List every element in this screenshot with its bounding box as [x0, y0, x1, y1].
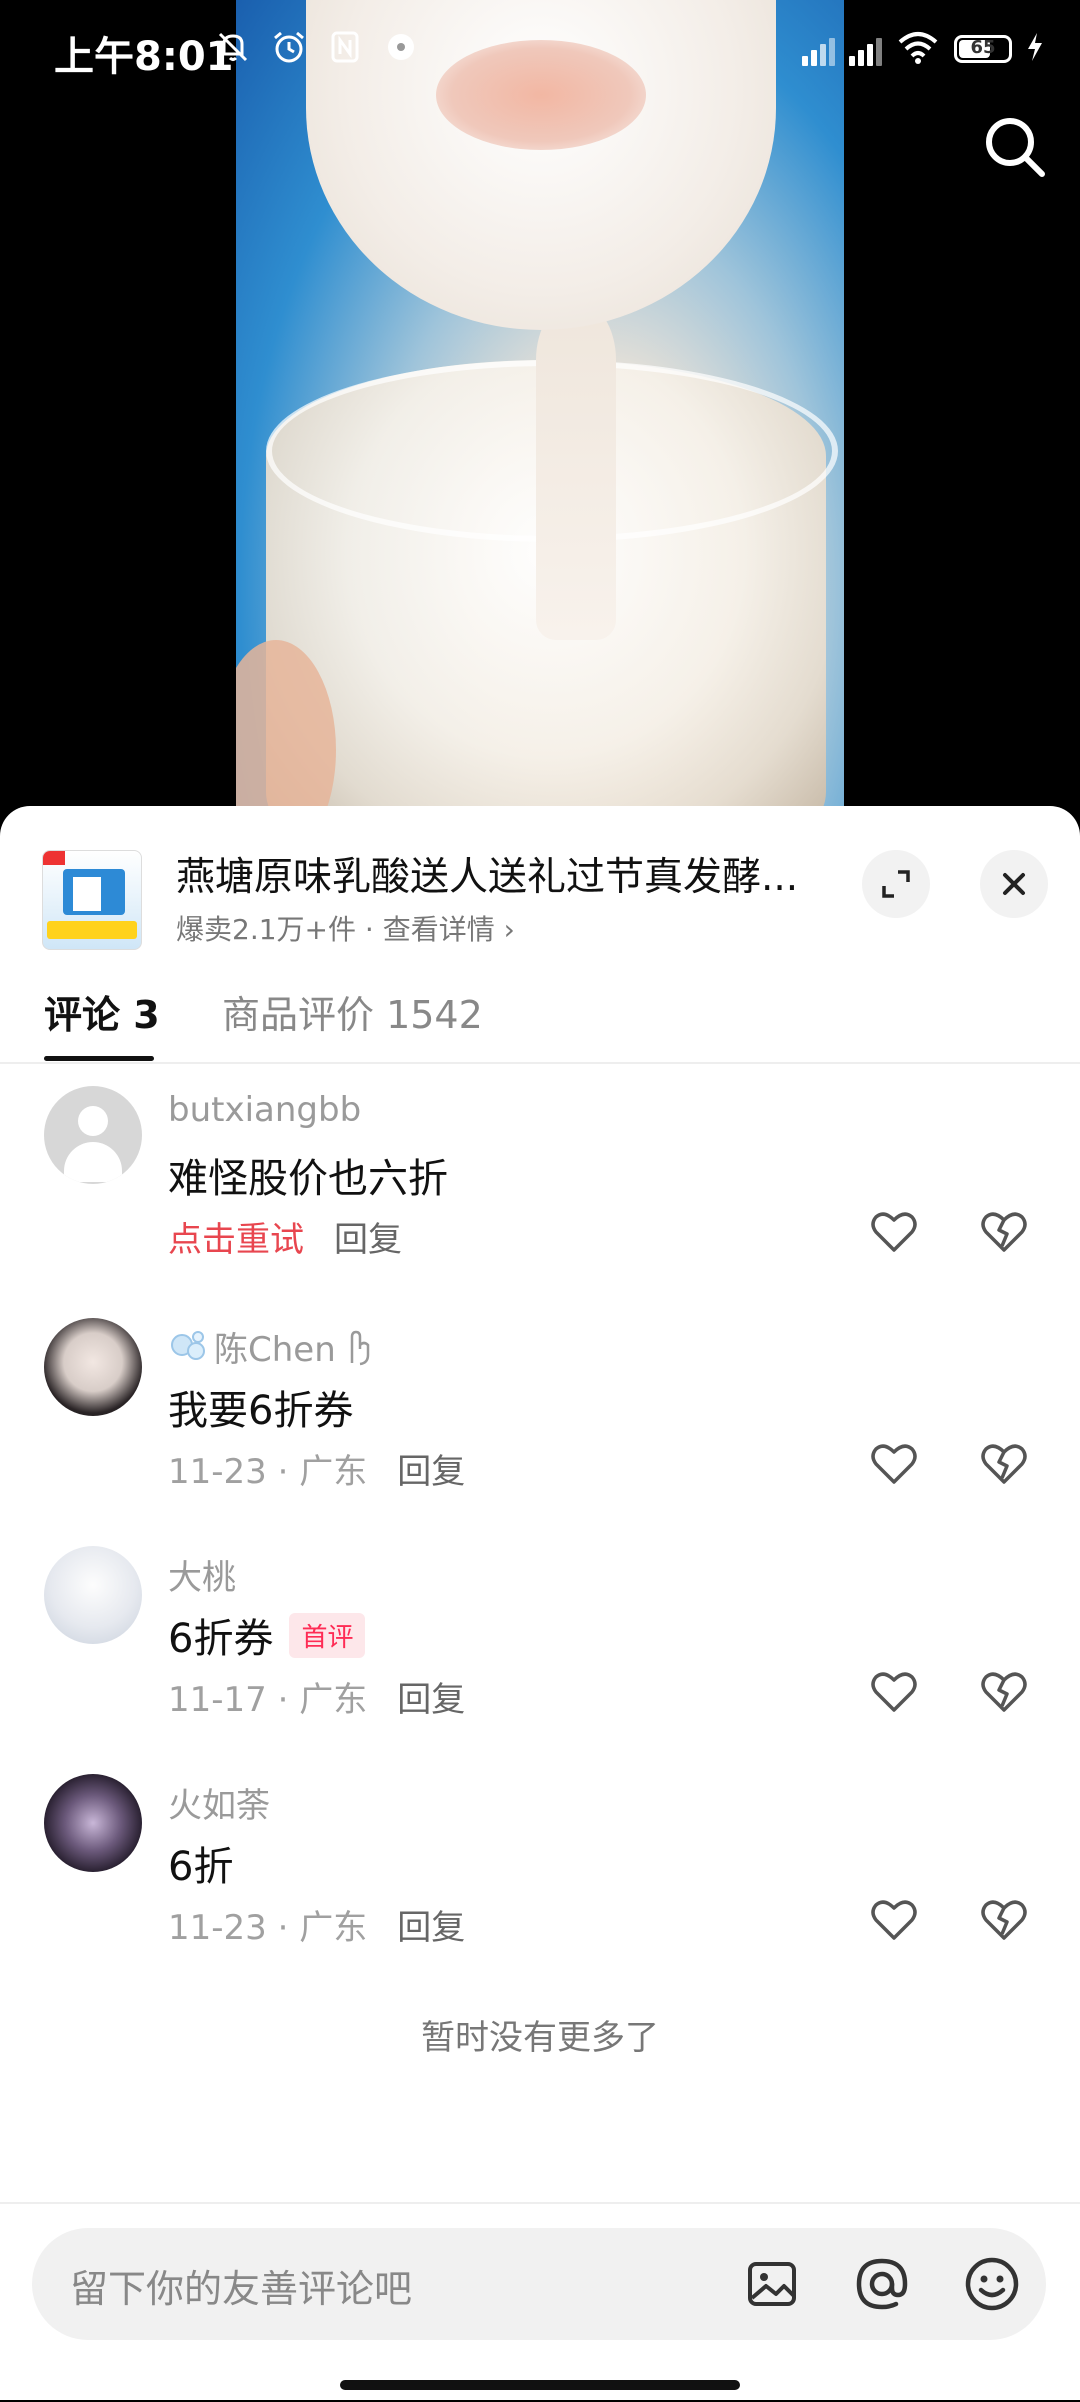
comment-text: 我要6折券 [168, 1388, 354, 1434]
dislike-icon [981, 1672, 1027, 1712]
comment-text: 6折券 [168, 1616, 274, 1662]
comment-text: 难怪股价也六折 [168, 1156, 448, 1202]
avatar[interactable] [44, 1318, 142, 1416]
status-icons-left [214, 28, 420, 66]
comment-text: 6折 [168, 1844, 234, 1890]
comment-input-bar: 留下你的友善评论吧 [0, 2202, 1080, 2402]
charging-icon [1026, 32, 1044, 66]
product-subtitle[interactable]: 爆卖2.1万+件 · 查看详情 › [176, 908, 515, 948]
hand-emoji-icon [350, 1330, 370, 1365]
reply-button[interactable]: 回复 [397, 1444, 465, 1493]
close-icon [1003, 873, 1025, 895]
product-title[interactable]: 燕塘原味乳酸送人送礼过节真发酵... [176, 846, 836, 902]
mute-icon [214, 28, 252, 66]
video-frame [236, 0, 844, 840]
comment-date-location: 11-23 · 广东 [168, 1452, 368, 1492]
alarm-icon [270, 28, 308, 66]
comment-meta: 点击重试 回复 [168, 1212, 402, 1261]
avatar[interactable] [44, 1774, 142, 1872]
reply-button[interactable]: 回复 [334, 1212, 402, 1261]
comment-username[interactable]: 陈Chen [168, 1322, 380, 1371]
dislike-icon [981, 1444, 1027, 1484]
like-button[interactable] [866, 1892, 922, 1948]
no-more-text: 暂时没有更多了 [421, 2018, 659, 2058]
image-button[interactable] [742, 2254, 802, 2314]
dislike-button[interactable] [976, 1436, 1032, 1492]
bubble-emoji-icon [171, 1330, 205, 1360]
like-icon [871, 1672, 917, 1712]
like-button[interactable] [866, 1436, 922, 1492]
dot-icon [382, 28, 420, 66]
dislike-icon [981, 1900, 1027, 1940]
first-review-badge: 首评 [289, 1612, 366, 1658]
tab-product-reviews[interactable]: 商品评价 1542 [222, 984, 483, 1039]
tab-comments[interactable]: 评论 3 [44, 984, 160, 1039]
video-stream [536, 300, 616, 640]
wifi-icon [896, 30, 940, 68]
status-right: 65 [802, 30, 1044, 68]
comment-input-placeholder: 留下你的友善评论吧 [70, 2267, 413, 2311]
like-button[interactable] [866, 1664, 922, 1720]
like-button[interactable] [866, 1204, 922, 1260]
status-time: 上午8:01 [54, 34, 234, 80]
comment-meta: 11-17 · 广东 回复 [168, 1672, 465, 1721]
search-button[interactable] [980, 112, 1050, 182]
avatar[interactable] [44, 1086, 142, 1184]
battery-level: 65 [970, 37, 996, 58]
comment-username[interactable]: 大桃 [168, 1550, 236, 1599]
comment-date-location: 11-17 · 广东 [168, 1680, 368, 1720]
comment-meta: 11-23 · 广东 回复 [168, 1900, 465, 1949]
reply-button[interactable]: 回复 [397, 1672, 465, 1721]
close-button[interactable] [980, 850, 1048, 918]
product-card[interactable]: 燕塘原味乳酸送人送礼过节真发酵... 爆卖2.1万+件 · 查看详情 › [42, 850, 1050, 950]
comment-meta: 11-23 · 广东 回复 [168, 1444, 465, 1493]
avatar[interactable] [44, 1546, 142, 1644]
dislike-button[interactable] [976, 1892, 1032, 1948]
tab-bar: 评论 3 商品评价 1542 [0, 984, 1080, 1064]
battery-icon: 65 [954, 35, 1012, 63]
video-player[interactable] [0, 0, 1080, 840]
comment-item: 陈Chen 我要6折券 11-23 · 广东 回复 [0, 1318, 1080, 1548]
comment-username[interactable]: 火如荼 [168, 1778, 270, 1827]
comment-sheet: 燕塘原味乳酸送人送礼过节真发酵... 爆卖2.1万+件 · 查看详情 › 评论 … [0, 806, 1080, 2400]
comment-text-row: 6折券 首评 [168, 1606, 366, 1664]
dislike-button[interactable] [976, 1664, 1032, 1720]
status-bar: 上午8:01 65 [0, 0, 1080, 110]
reply-button[interactable]: 回复 [397, 1900, 465, 1949]
expand-button[interactable] [862, 850, 930, 918]
comment-item: butxiangbb 难怪股价也六折 点击重试 回复 [0, 1086, 1080, 1316]
product-thumbnail[interactable] [42, 850, 142, 950]
comment-input[interactable]: 留下你的友善评论吧 [32, 2228, 1046, 2340]
signal-2-icon [849, 32, 882, 66]
emoji-icon [965, 2257, 1019, 2311]
home-indicator[interactable] [340, 2380, 740, 2390]
tab-indicator [44, 1056, 154, 1061]
comment-username-text: 陈Chen [214, 1330, 336, 1370]
comment-date-location: 11-23 · 广东 [168, 1908, 368, 1948]
retry-button[interactable]: 点击重试 [168, 1212, 304, 1261]
nfc-icon [326, 28, 364, 66]
mention-button[interactable] [852, 2254, 912, 2314]
emoji-button[interactable] [962, 2254, 1022, 2314]
dislike-icon [981, 1212, 1027, 1252]
search-icon [986, 118, 1045, 177]
comment-item: 火如荼 6折 11-23 · 广东 回复 [0, 1774, 1080, 2004]
mention-icon [856, 2258, 908, 2310]
dislike-button[interactable] [976, 1204, 1032, 1260]
like-icon [871, 1444, 917, 1484]
like-icon [871, 1212, 917, 1252]
comment-username[interactable]: butxiangbb [168, 1090, 361, 1130]
expand-icon [882, 870, 910, 898]
signal-1-icon [802, 32, 835, 66]
like-icon [871, 1900, 917, 1940]
comment-item: 大桃 6折券 首评 11-17 · 广东 回复 [0, 1546, 1080, 1776]
image-icon [748, 2262, 796, 2306]
